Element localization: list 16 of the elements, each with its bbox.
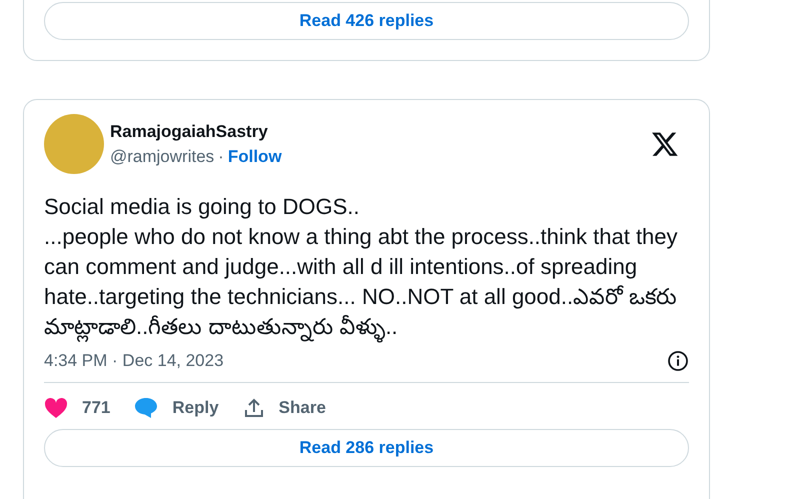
action-label[interactable]: Share (278, 398, 326, 418)
separator-dot: · (218, 146, 224, 166)
action-label[interactable]: Reply (172, 398, 219, 418)
info-icon[interactable] (667, 350, 689, 372)
tweet-text: Social media is going to DOGS.. ...people who do not know a thing abt the process..think that they can comment and judge...with all d ill intentions..of spreading hate..targeting the technicians... NO..NOT at all good..ఎవరో ఒకరు మాట్లాడాలి..గీతలు దాటుతున్నారు వీళ్ళు.. (44, 192, 694, 342)
read-replies-button[interactable]: Read 286 replies (44, 429, 689, 467)
speech-bubble-icon[interactable] (134, 397, 158, 419)
heart-icon[interactable] (44, 397, 68, 419)
author-handle: @ramjowrites (110, 146, 214, 166)
x-logo-icon[interactable] (651, 130, 679, 158)
read-replies-button[interactable]: Read 426 replies (44, 2, 689, 40)
share-icon[interactable] (242, 397, 265, 419)
follow-link[interactable]: Follow (228, 146, 282, 166)
tweet-timestamp[interactable]: 4:34 PM · Dec 14, 2023 (44, 351, 224, 371)
author-name[interactable]: RamajogaiahSastry (110, 122, 651, 142)
action-label[interactable]: 771 (82, 398, 110, 418)
